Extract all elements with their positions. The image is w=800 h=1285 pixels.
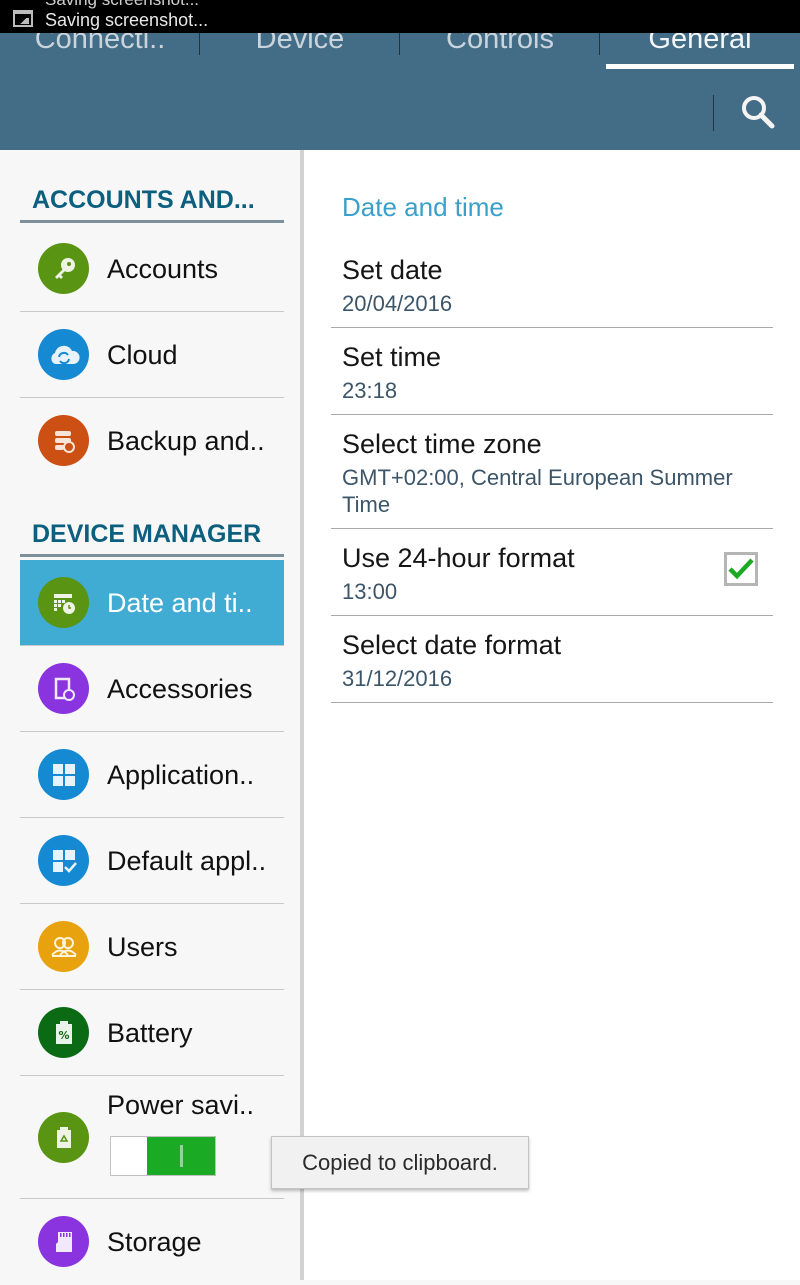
sidebar-item-label: Storage <box>107 1227 202 1257</box>
sidebar-item-default-applications[interactable]: Default appl.. <box>20 818 284 904</box>
pref-set-date[interactable]: Set date 20/04/2016 <box>331 240 773 328</box>
pref-use-24-hour-format[interactable]: Use 24-hour format 13:00 <box>331 529 773 616</box>
pref-title: Set date <box>342 255 443 285</box>
notification-ticker: Saving screenshot... <box>45 10 209 30</box>
battery-icon: % <box>38 1007 89 1058</box>
sidebar-item-cloud[interactable]: Cloud <box>20 312 284 398</box>
svg-text:%: % <box>58 1029 69 1042</box>
pref-select-date-format[interactable]: Select date format 31/12/2016 <box>331 616 773 703</box>
toast-message: Copied to clipboard. <box>271 1136 529 1189</box>
sidebar-item-label: Cloud <box>107 340 178 370</box>
sidebar-item-date-and-time[interactable]: Date and ti.. <box>20 560 284 646</box>
pref-summary: 23:18 <box>342 378 398 403</box>
pref-title: Select time zone <box>342 429 542 459</box>
checkmark-icon <box>728 558 754 580</box>
pref-summary: 31/12/2016 <box>342 666 453 691</box>
pref-select-time-zone[interactable]: Select time zone GMT+02:00, Central Euro… <box>331 415 773 529</box>
sidebar-item-label: Users <box>107 932 178 962</box>
tab-divider <box>399 30 400 55</box>
users-icon <box>38 921 89 972</box>
sidebar-item-backup[interactable]: Backup and.. <box>20 398 284 484</box>
detail-title: Date and time <box>342 192 504 222</box>
sidebar-item-label: Default appl.. <box>107 846 267 876</box>
accessories-icon <box>38 663 89 714</box>
sidebar-item-battery[interactable]: % Battery <box>20 990 284 1076</box>
power-saving-toggle[interactable] <box>110 1136 216 1176</box>
sidebar-item-storage[interactable]: Storage <box>20 1199 284 1285</box>
notification-ticker-previous: Saving screenshot... <box>45 0 199 10</box>
detail-pane: Date and time Set date 20/04/2016 Set ti… <box>304 150 800 1280</box>
sidebar-item-users[interactable]: Users <box>20 904 284 990</box>
backup-icon <box>38 415 89 466</box>
default-apps-icon <box>38 835 89 886</box>
sidebar-item-label: Accessories <box>107 674 253 704</box>
pref-set-time[interactable]: Set time 23:18 <box>331 328 773 415</box>
key-icon <box>38 243 89 294</box>
pref-title: Use 24-hour format <box>342 543 575 573</box>
search-button[interactable] <box>738 92 778 132</box>
sidebar-item-label: Power savi.. <box>107 1090 255 1120</box>
tab-divider <box>599 30 600 55</box>
sidebar-item-applications[interactable]: Application.. <box>20 732 284 818</box>
sidebar-item-label: Application.. <box>107 760 255 790</box>
toolbar-divider <box>713 95 714 131</box>
screenshot-icon <box>13 10 33 27</box>
status-bar: Saving screenshot... Saving screenshot..… <box>0 0 800 33</box>
sidebar-item-accessories[interactable]: Accessories <box>20 646 284 732</box>
sidebar-item-accounts[interactable]: Accounts <box>20 226 284 312</box>
search-icon <box>742 96 775 129</box>
pref-summary: GMT+02:00, Central European Summer Time <box>342 465 733 517</box>
pref-title: Select date format <box>342 630 562 660</box>
pref-summary: 20/04/2016 <box>342 291 453 316</box>
24-hour-format-checkbox[interactable] <box>724 552 758 586</box>
pref-summary: 13:00 <box>342 579 398 604</box>
tab-divider <box>199 30 200 55</box>
sidebar-item-label: Accounts <box>107 254 219 284</box>
sidebar-item-label: Date and ti.. <box>107 588 253 618</box>
calendar-clock-icon <box>38 577 89 628</box>
section-accounts-header: ACCOUNTS AND... <box>20 183 284 223</box>
cloud-sync-icon <box>38 329 89 380</box>
apps-grid-icon <box>38 749 89 800</box>
toggle-on-indicator <box>147 1137 215 1175</box>
section-device-manager-header: DEVICE MANAGER <box>20 517 284 557</box>
sidebar-item-label: Battery <box>107 1018 193 1048</box>
pref-title: Set time <box>342 342 442 372</box>
power-saving-icon <box>38 1112 89 1163</box>
sd-card-icon <box>38 1216 89 1267</box>
sidebar-item-label: Backup and.. <box>107 426 265 456</box>
